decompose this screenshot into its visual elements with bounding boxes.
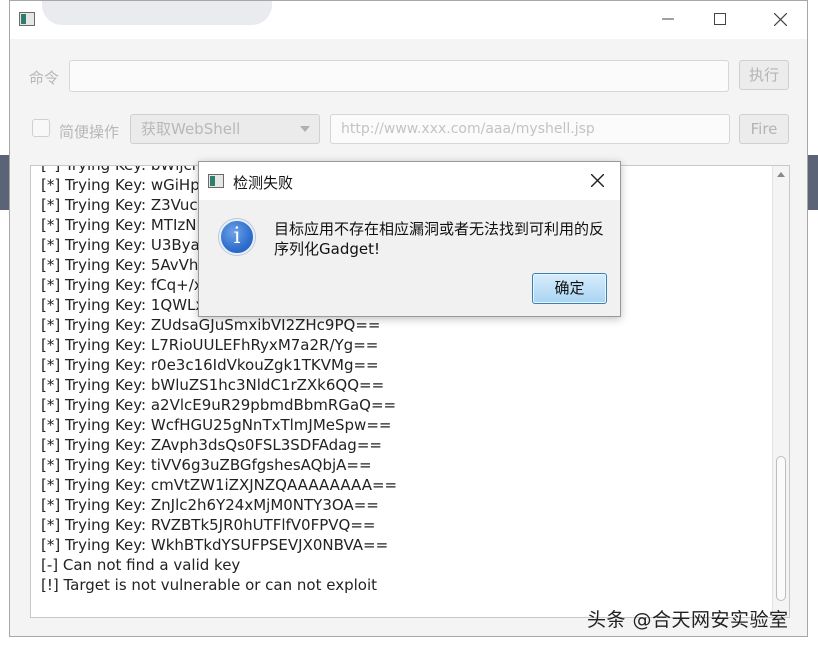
close-button[interactable] <box>760 7 800 33</box>
fire-button[interactable]: Fire <box>739 114 789 144</box>
log-line: [*] Trying Key: WcfHGU25gNnTxTlmJMeSpw== <box>41 416 392 434</box>
log-line: [*] Trying Key: RVZBTk5JR0hUTFlfV0FPVQ== <box>41 516 376 534</box>
log-line: [*] Trying Key: r0e3c16IdVkouZgk1TKVMg== <box>41 356 379 374</box>
maximize-button[interactable] <box>700 7 740 33</box>
command-label: 命令 <box>29 69 60 87</box>
dialog-close-button[interactable] <box>582 168 612 194</box>
app-icon <box>19 12 35 26</box>
log-line: [-] Can not find a valid key <box>41 556 241 574</box>
chevron-down-icon <box>300 126 310 132</box>
log-line: [*] Trying Key: a2VlcE9uR29pbmdBbmRGaQ== <box>41 396 397 414</box>
window-titlebar <box>10 1 807 39</box>
scroll-up-arrow-icon[interactable] <box>777 172 785 177</box>
log-line: [*] Trying Key: WkhBTkdYSUFPSEVJX0NBVA== <box>41 536 389 554</box>
operation-select[interactable]: 获取WebShell <box>130 114 320 144</box>
log-scrollbar[interactable] <box>772 166 789 617</box>
execute-button[interactable]: 执行 <box>739 60 789 90</box>
url-input[interactable]: http://www.xxx.com/aaa/myshell.jsp <box>330 114 730 144</box>
ok-button[interactable]: 确定 <box>532 273 607 304</box>
scroll-thumb[interactable] <box>776 456 786 601</box>
log-line: [!] Target is not vulnerable or can not … <box>41 576 377 594</box>
log-line: [*] Trying Key: ZAvph3dsQs0FSL3SDFAdag== <box>41 436 382 454</box>
log-line: [*] Trying Key: ZnJlc2h6Y24xMjM0NTY3OA== <box>41 496 379 514</box>
log-line: [*] Trying Key: tiVV6g3uZBGfgshesAQbjA== <box>41 456 372 474</box>
watermark: 头条 @合天网安实验室 <box>587 609 789 631</box>
log-line: [*] Trying Key: L7RioUULEFhRyxM7a2R/Yg== <box>41 336 379 354</box>
close-icon <box>590 174 604 187</box>
error-dialog: 检测失败 i 目标应用不存在相应漏洞或者无法找到可利用的反序列化Gadget! … <box>198 161 621 317</box>
minimize-icon <box>662 18 674 20</box>
dialog-app-icon <box>208 174 224 188</box>
log-line: [*] Trying Key: cmVtZW1iZXJNZQAAAAAAAA== <box>41 476 398 494</box>
log-line: [*] Trying Key: bWluZS1hc3NldC1rZXk6QQ== <box>41 376 385 394</box>
info-icon: i <box>219 219 255 255</box>
dialog-title: 检测失败 <box>233 174 294 192</box>
command-input[interactable] <box>69 60 729 92</box>
minimize-button[interactable] <box>648 7 688 33</box>
dialog-titlebar: 检测失败 <box>199 162 620 200</box>
dialog-message: 目标应用不存在相应漏洞或者无法找到可利用的反序列化Gadget! <box>274 220 605 258</box>
simple-operation-checkbox[interactable] <box>32 119 50 137</box>
close-icon <box>773 13 787 26</box>
main-window: 命令 执行 简便操作 获取WebShell http://www.xxx.com… <box>9 0 808 637</box>
simple-operation-label: 简便操作 <box>59 123 120 141</box>
operation-select-value: 获取WebShell <box>141 120 241 138</box>
window-title-redacted <box>42 1 272 25</box>
maximize-icon <box>714 13 726 25</box>
log-line: [*] Trying Key: ZUdsaGJuSmxibVI2ZHc9PQ== <box>41 316 381 334</box>
